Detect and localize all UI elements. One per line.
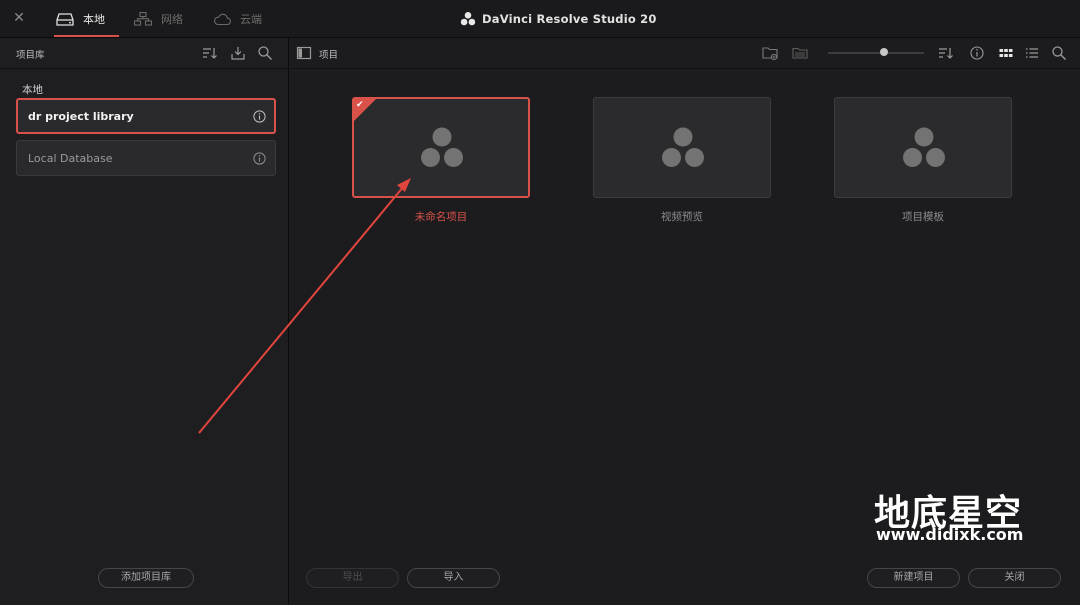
project-name: 视频预览 bbox=[661, 211, 703, 223]
library-item-label: dr project library bbox=[28, 110, 134, 123]
watermark-url: www.didixk.com bbox=[876, 525, 1024, 544]
folder-icon[interactable] bbox=[792, 45, 808, 61]
sort-icon[interactable] bbox=[202, 45, 218, 61]
tab-cloud[interactable]: 云端 bbox=[213, 0, 262, 38]
project-card-template[interactable] bbox=[834, 97, 1012, 198]
app-title: DaVinci Resolve Studio 20 bbox=[460, 0, 657, 38]
tab-local[interactable]: 本地 bbox=[54, 0, 119, 38]
add-library-button[interactable]: 添加项目库 bbox=[98, 568, 194, 588]
new-folder-icon[interactable] bbox=[762, 45, 778, 61]
close-icon[interactable]: ✕ bbox=[11, 9, 27, 27]
tab-network[interactable]: 网络 bbox=[134, 0, 183, 38]
tab-cloud-label: 云端 bbox=[240, 13, 262, 26]
info-icon[interactable] bbox=[253, 152, 266, 165]
export-button[interactable]: 导出 bbox=[306, 568, 399, 588]
tab-network-label: 网络 bbox=[161, 13, 183, 26]
library-item-local-database[interactable]: Local Database bbox=[16, 140, 276, 176]
project-name: 未命名项目 bbox=[414, 211, 468, 223]
project-manager-window: ✕ 本地 网络 云端 DaVinci Resolve Studio 20 项目库… bbox=[0, 0, 1080, 605]
info-icon[interactable] bbox=[969, 45, 985, 61]
library-sidebar: 项目库 本地 dr project library Local Database bbox=[0, 38, 289, 605]
davinci-logo-icon bbox=[460, 12, 476, 26]
import-library-icon[interactable] bbox=[230, 45, 246, 61]
projects-title: 项目 bbox=[319, 50, 339, 61]
sort-icon[interactable] bbox=[938, 45, 954, 61]
sidebar-title: 项目库 bbox=[16, 50, 45, 61]
sidebar-header: 项目库 bbox=[0, 38, 289, 69]
title-bar: ✕ 本地 网络 云端 DaVinci Resolve Studio 20 bbox=[0, 0, 1080, 38]
search-icon[interactable] bbox=[1051, 45, 1067, 61]
list-view-icon[interactable] bbox=[1024, 45, 1040, 61]
thumbnail-size-slider[interactable] bbox=[828, 52, 924, 54]
project-card-untitled[interactable]: ✔ bbox=[352, 97, 530, 198]
library-group-label: 本地 bbox=[22, 84, 43, 96]
toggle-sidebar-icon[interactable] bbox=[296, 45, 312, 61]
app-title-text: DaVinci Resolve Studio 20 bbox=[482, 12, 657, 26]
projects-header: 项目 bbox=[290, 38, 1080, 69]
close-button[interactable]: 关闭 bbox=[968, 568, 1061, 588]
search-icon[interactable] bbox=[257, 45, 273, 61]
davinci-logo-icon bbox=[903, 127, 945, 167]
cloud-icon bbox=[214, 13, 231, 26]
slider-knob[interactable] bbox=[880, 48, 888, 56]
tab-local-label: 本地 bbox=[83, 13, 105, 26]
project-name: 项目模板 bbox=[902, 211, 944, 223]
project-card-video-preview[interactable] bbox=[593, 97, 771, 198]
checkmark-icon: ✔ bbox=[356, 100, 364, 110]
davinci-logo-icon bbox=[662, 127, 704, 167]
import-button[interactable]: 导入 bbox=[407, 568, 500, 588]
network-icon bbox=[134, 12, 152, 26]
davinci-logo-icon bbox=[421, 127, 463, 167]
grid-view-icon[interactable] bbox=[998, 45, 1014, 61]
local-drive-icon bbox=[56, 13, 74, 26]
info-icon[interactable] bbox=[253, 110, 266, 123]
library-item-dr-project-library[interactable]: dr project library bbox=[16, 98, 276, 134]
new-project-button[interactable]: 新建项目 bbox=[867, 568, 960, 588]
library-item-label: Local Database bbox=[28, 152, 113, 165]
